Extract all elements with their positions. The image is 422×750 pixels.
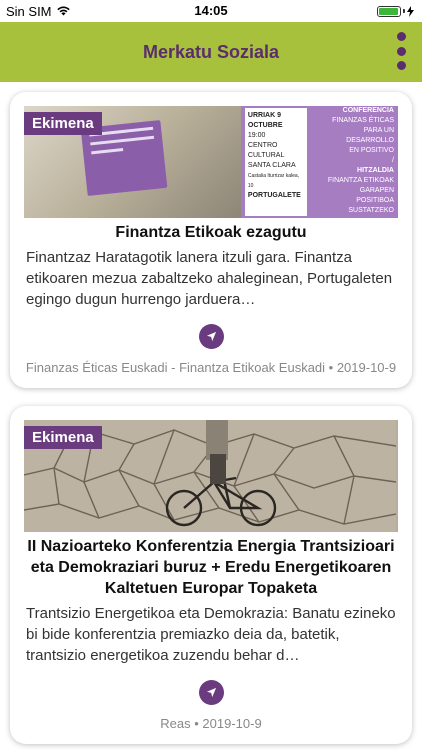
card-description: Trantsizio Energetikoa eta Demokrazia: B… [26,605,396,664]
event-card[interactable]: Ekimena II Nazioarteko Konferentzia Ener… [10,406,412,744]
event-card[interactable]: URRIAK 9 OCTUBRE 19:00 CENTRO CULTURAL S… [10,92,412,388]
category-badge: Ekimena [24,426,102,449]
card-title[interactable]: Finantza Etikoak ezagutu [24,222,398,243]
navigation-arrow-icon [206,331,216,342]
navigation-arrow-icon [206,687,216,698]
poster-line: CENTRO CULTURAL [247,142,285,159]
poster-line: HITZALDIA [357,167,394,174]
poster-line: PARA UN DESARROLLO [346,127,394,144]
poster-line: Castalia Iturrizar kalea, 10 [247,173,300,189]
poster-line: PORTUGALETE [247,192,301,199]
app-header: Merkatu Soziala [0,22,422,82]
status-bar: Sin SIM 14:05 [0,0,422,22]
poster-line: CONFERENCIA [342,107,394,114]
more-vertical-icon [396,32,406,41]
card-feed: URRIAK 9 OCTUBRE 19:00 CENTRO CULTURAL S… [0,82,422,744]
poster-line: FINANZAS ÉTICAS [332,117,394,124]
charging-icon [407,5,414,17]
poster-line: GARAPEN POSITIBOA [356,187,394,204]
card-meta: Reas • 2019-10-9 [160,716,262,731]
poster-date-block: URRIAK 9 OCTUBRE 19:00 CENTRO CULTURAL S… [244,108,307,216]
poster-line: SUSTATZEKO [348,207,394,214]
card-title[interactable]: II Nazioarteko Konferentzia Energia Tran… [24,536,398,599]
poster-line: FINANTZA ETIKOAK [327,177,394,184]
location-button[interactable] [198,324,224,349]
card-meta: Finanzas Éticas Euskadi - Finantza Etiko… [25,360,397,375]
poster-title-block: CONFERENCIA FINANZAS ÉTICAS PARA UN DESA… [322,106,394,216]
category-badge: Ekimena [24,112,102,135]
page-title: Merkatu Soziala [142,41,280,62]
poster-line: EN POSITIVO [349,147,394,154]
more-options-button[interactable] [394,32,408,70]
event-poster-image: URRIAK 9 OCTUBRE 19:00 CENTRO CULTURAL S… [24,106,398,218]
poster-line: SANTA CLARA [247,162,296,169]
poster-line: 19:00 [247,132,266,139]
battery-icon [377,5,414,17]
wifi-icon [56,4,71,19]
cracked-earth-cyclist-image: Ekimena [24,420,398,532]
poster-line: URRIAK 9 OCTUBRE [247,112,283,129]
poster-line: / [392,157,394,164]
location-button[interactable] [198,680,224,705]
status-left: Sin SIM [6,4,71,19]
carrier-label: Sin SIM [6,3,52,19]
card-description: Finantzaz Haratagotik lanera itzuli gara… [26,249,393,308]
